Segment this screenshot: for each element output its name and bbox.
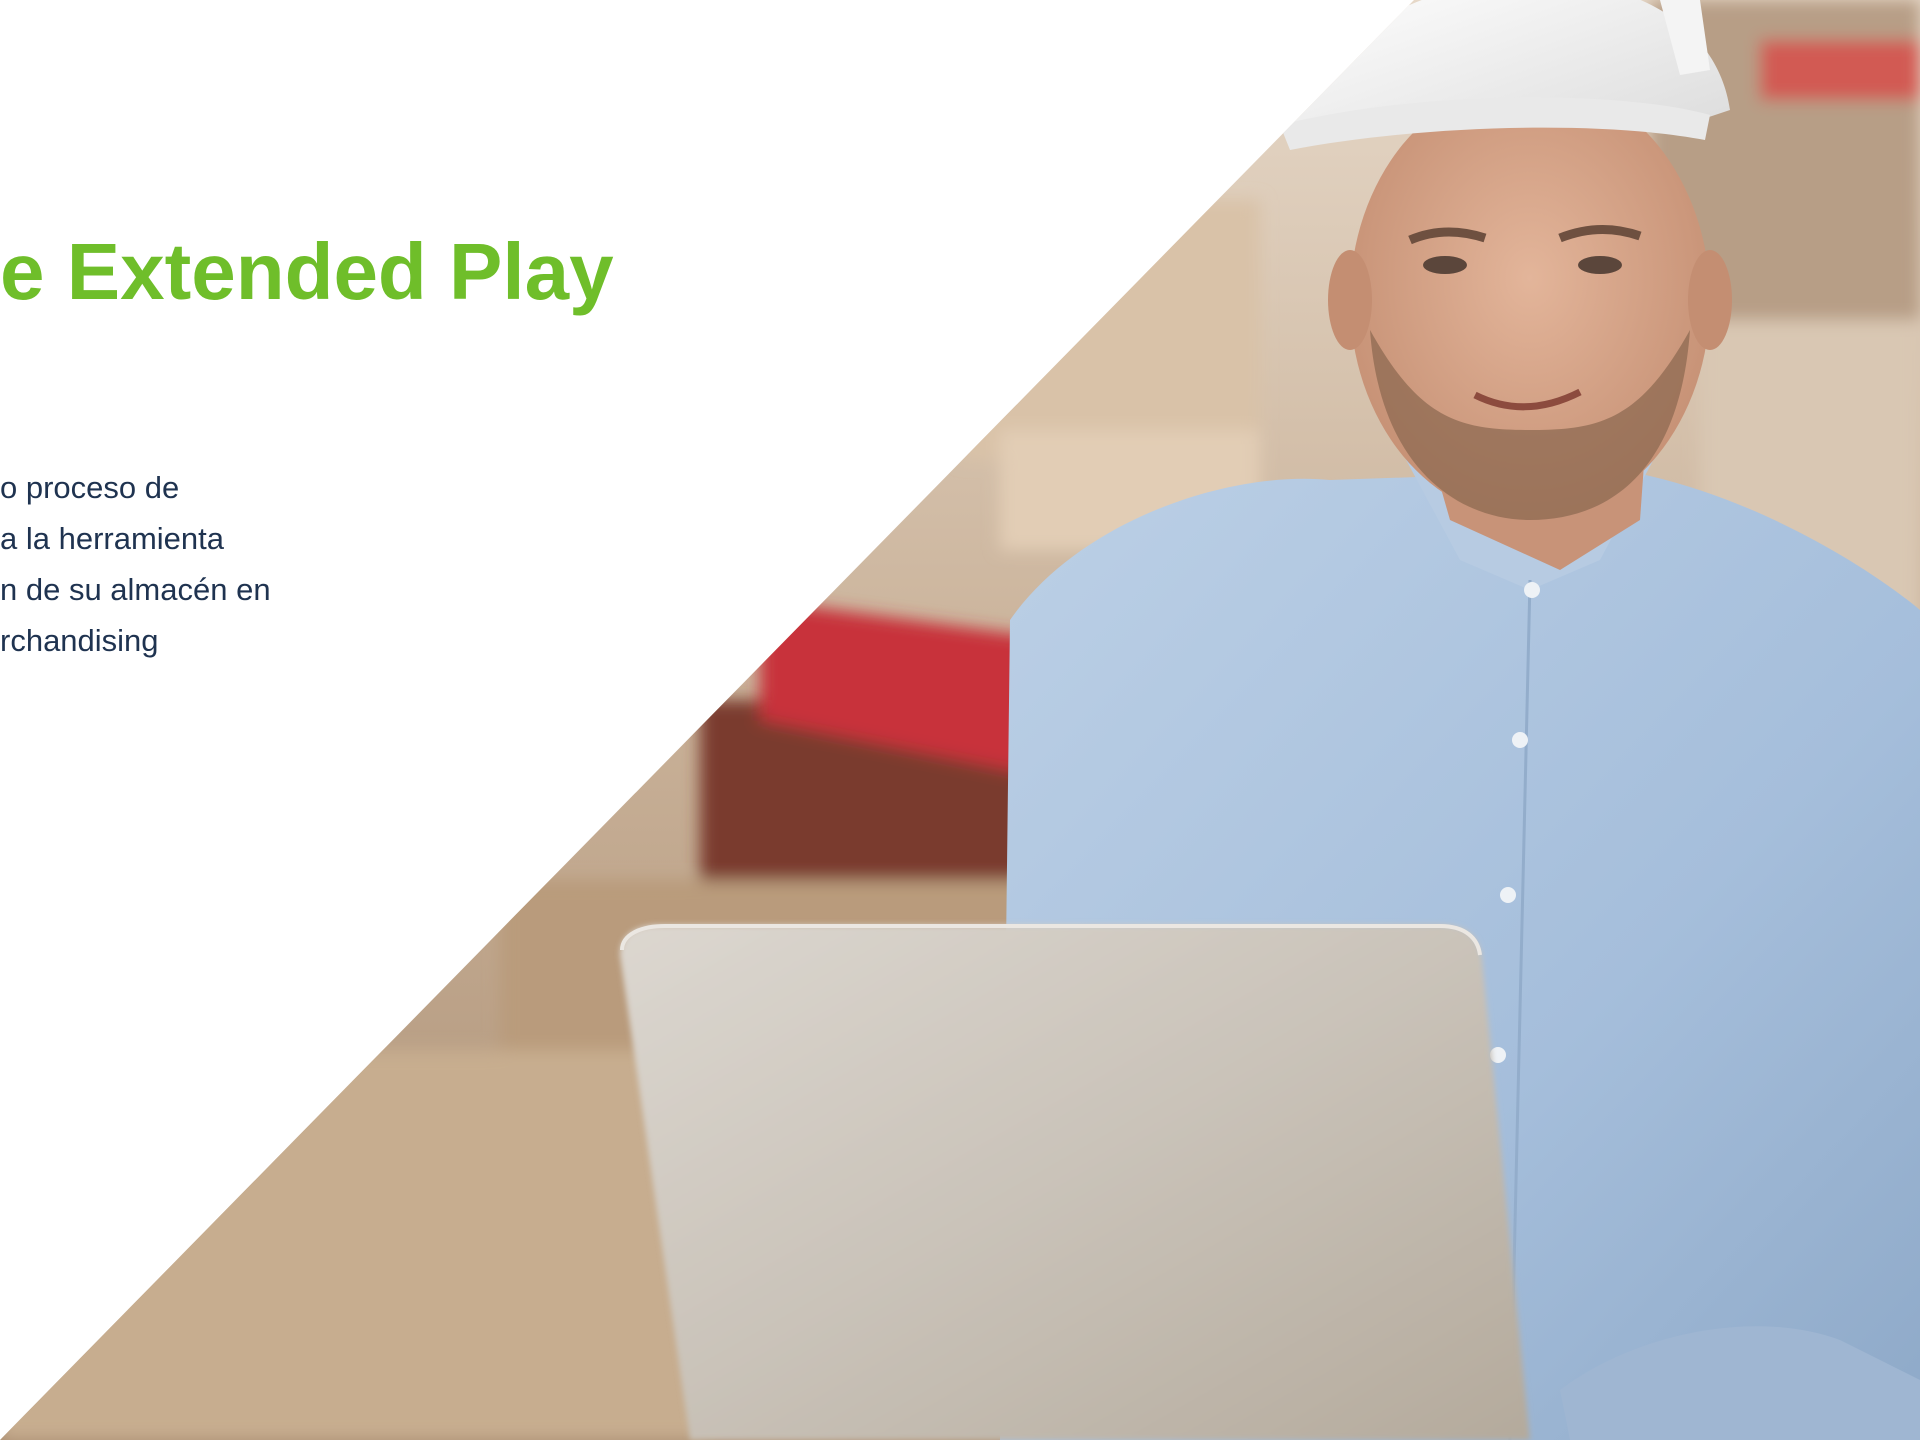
body-line-1: o proceso de (0, 470, 180, 505)
slide-title: e Extended Play (0, 227, 614, 316)
body-line-3: n de su almacén en (0, 572, 271, 607)
slide-body-text: o proceso de a la herramienta n de su al… (0, 462, 271, 666)
body-line-4: rchandising (0, 623, 159, 658)
body-line-2: a la herramienta (0, 521, 225, 556)
warehouse-worker-photo (0, 0, 1920, 1440)
slide: e Extended Play o proceso de a la herram… (0, 0, 1920, 1440)
